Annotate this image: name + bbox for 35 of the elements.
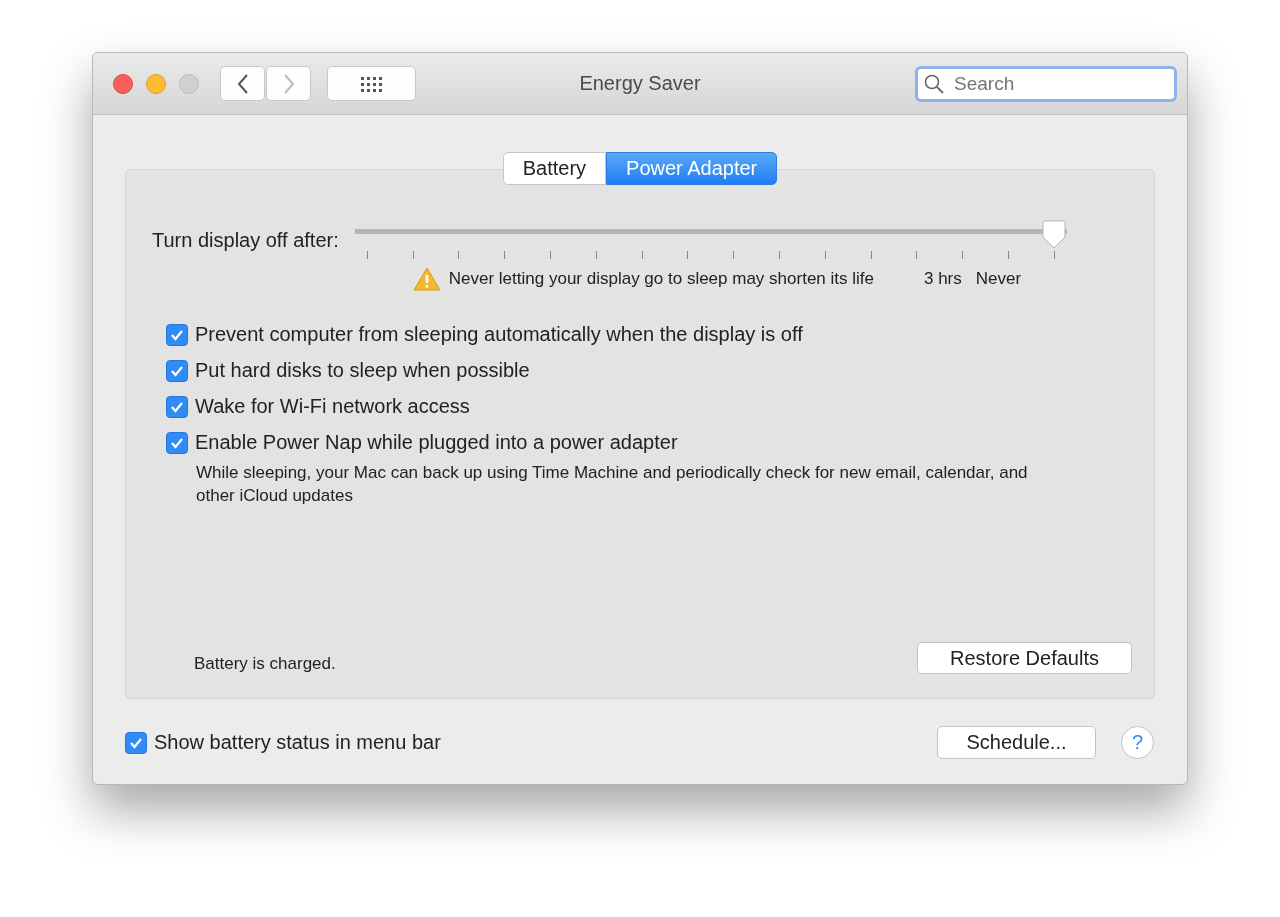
checkbox[interactable] bbox=[166, 395, 188, 418]
checkbox-label: Put hard disks to sleep when possible bbox=[195, 359, 530, 382]
checkbox-label: Wake for Wi-Fi network access bbox=[195, 395, 470, 418]
checkmark-icon bbox=[170, 328, 184, 341]
battery-status-text: Battery is charged. bbox=[194, 654, 336, 674]
checkbox[interactable] bbox=[125, 731, 147, 754]
slider-thumb[interactable] bbox=[1040, 220, 1067, 250]
schedule-button[interactable]: Schedule... bbox=[937, 726, 1096, 759]
warning-text: Never letting your display go to sleep may shorten its life bbox=[448, 269, 874, 289]
grid-icon bbox=[359, 74, 384, 93]
checkmark-icon bbox=[170, 436, 184, 449]
checkbox[interactable] bbox=[166, 359, 188, 382]
warning-icon bbox=[412, 267, 441, 291]
close-button[interactable] bbox=[113, 73, 133, 94]
show-all-button[interactable] bbox=[327, 66, 416, 101]
window-title: Energy Saver bbox=[579, 72, 701, 95]
back-button[interactable] bbox=[220, 66, 265, 101]
checkbox-label: Show battery status in menu bar bbox=[154, 731, 441, 754]
search-field[interactable]: Search bbox=[915, 65, 1177, 102]
checkbox[interactable] bbox=[166, 323, 188, 346]
checkmark-icon bbox=[170, 364, 184, 377]
checkbox-label: Enable Power Nap while plugged into a power adapter bbox=[195, 431, 678, 454]
restore-defaults-button[interactable]: Restore Defaults bbox=[917, 642, 1132, 674]
chevron-right-icon bbox=[281, 72, 296, 95]
option-description: While sleeping, your Mac can back up using Time Machine and periodically check for new email, calendar, and other iCloud updates bbox=[196, 462, 1029, 507]
tick-label: Never bbox=[975, 269, 1022, 289]
checkmark-icon bbox=[170, 400, 184, 413]
slider-label: Turn display off after: bbox=[152, 230, 339, 253]
checkbox-label: Prevent computer from sleeping automatically when the display is off bbox=[195, 323, 803, 346]
tick-label: 3 hrs bbox=[924, 269, 962, 289]
tab[interactable]: Battery bbox=[502, 152, 607, 185]
checkbox[interactable] bbox=[166, 431, 188, 454]
checkmark-icon bbox=[129, 736, 143, 749]
chevron-left-icon bbox=[235, 72, 250, 95]
search-icon bbox=[923, 72, 945, 95]
